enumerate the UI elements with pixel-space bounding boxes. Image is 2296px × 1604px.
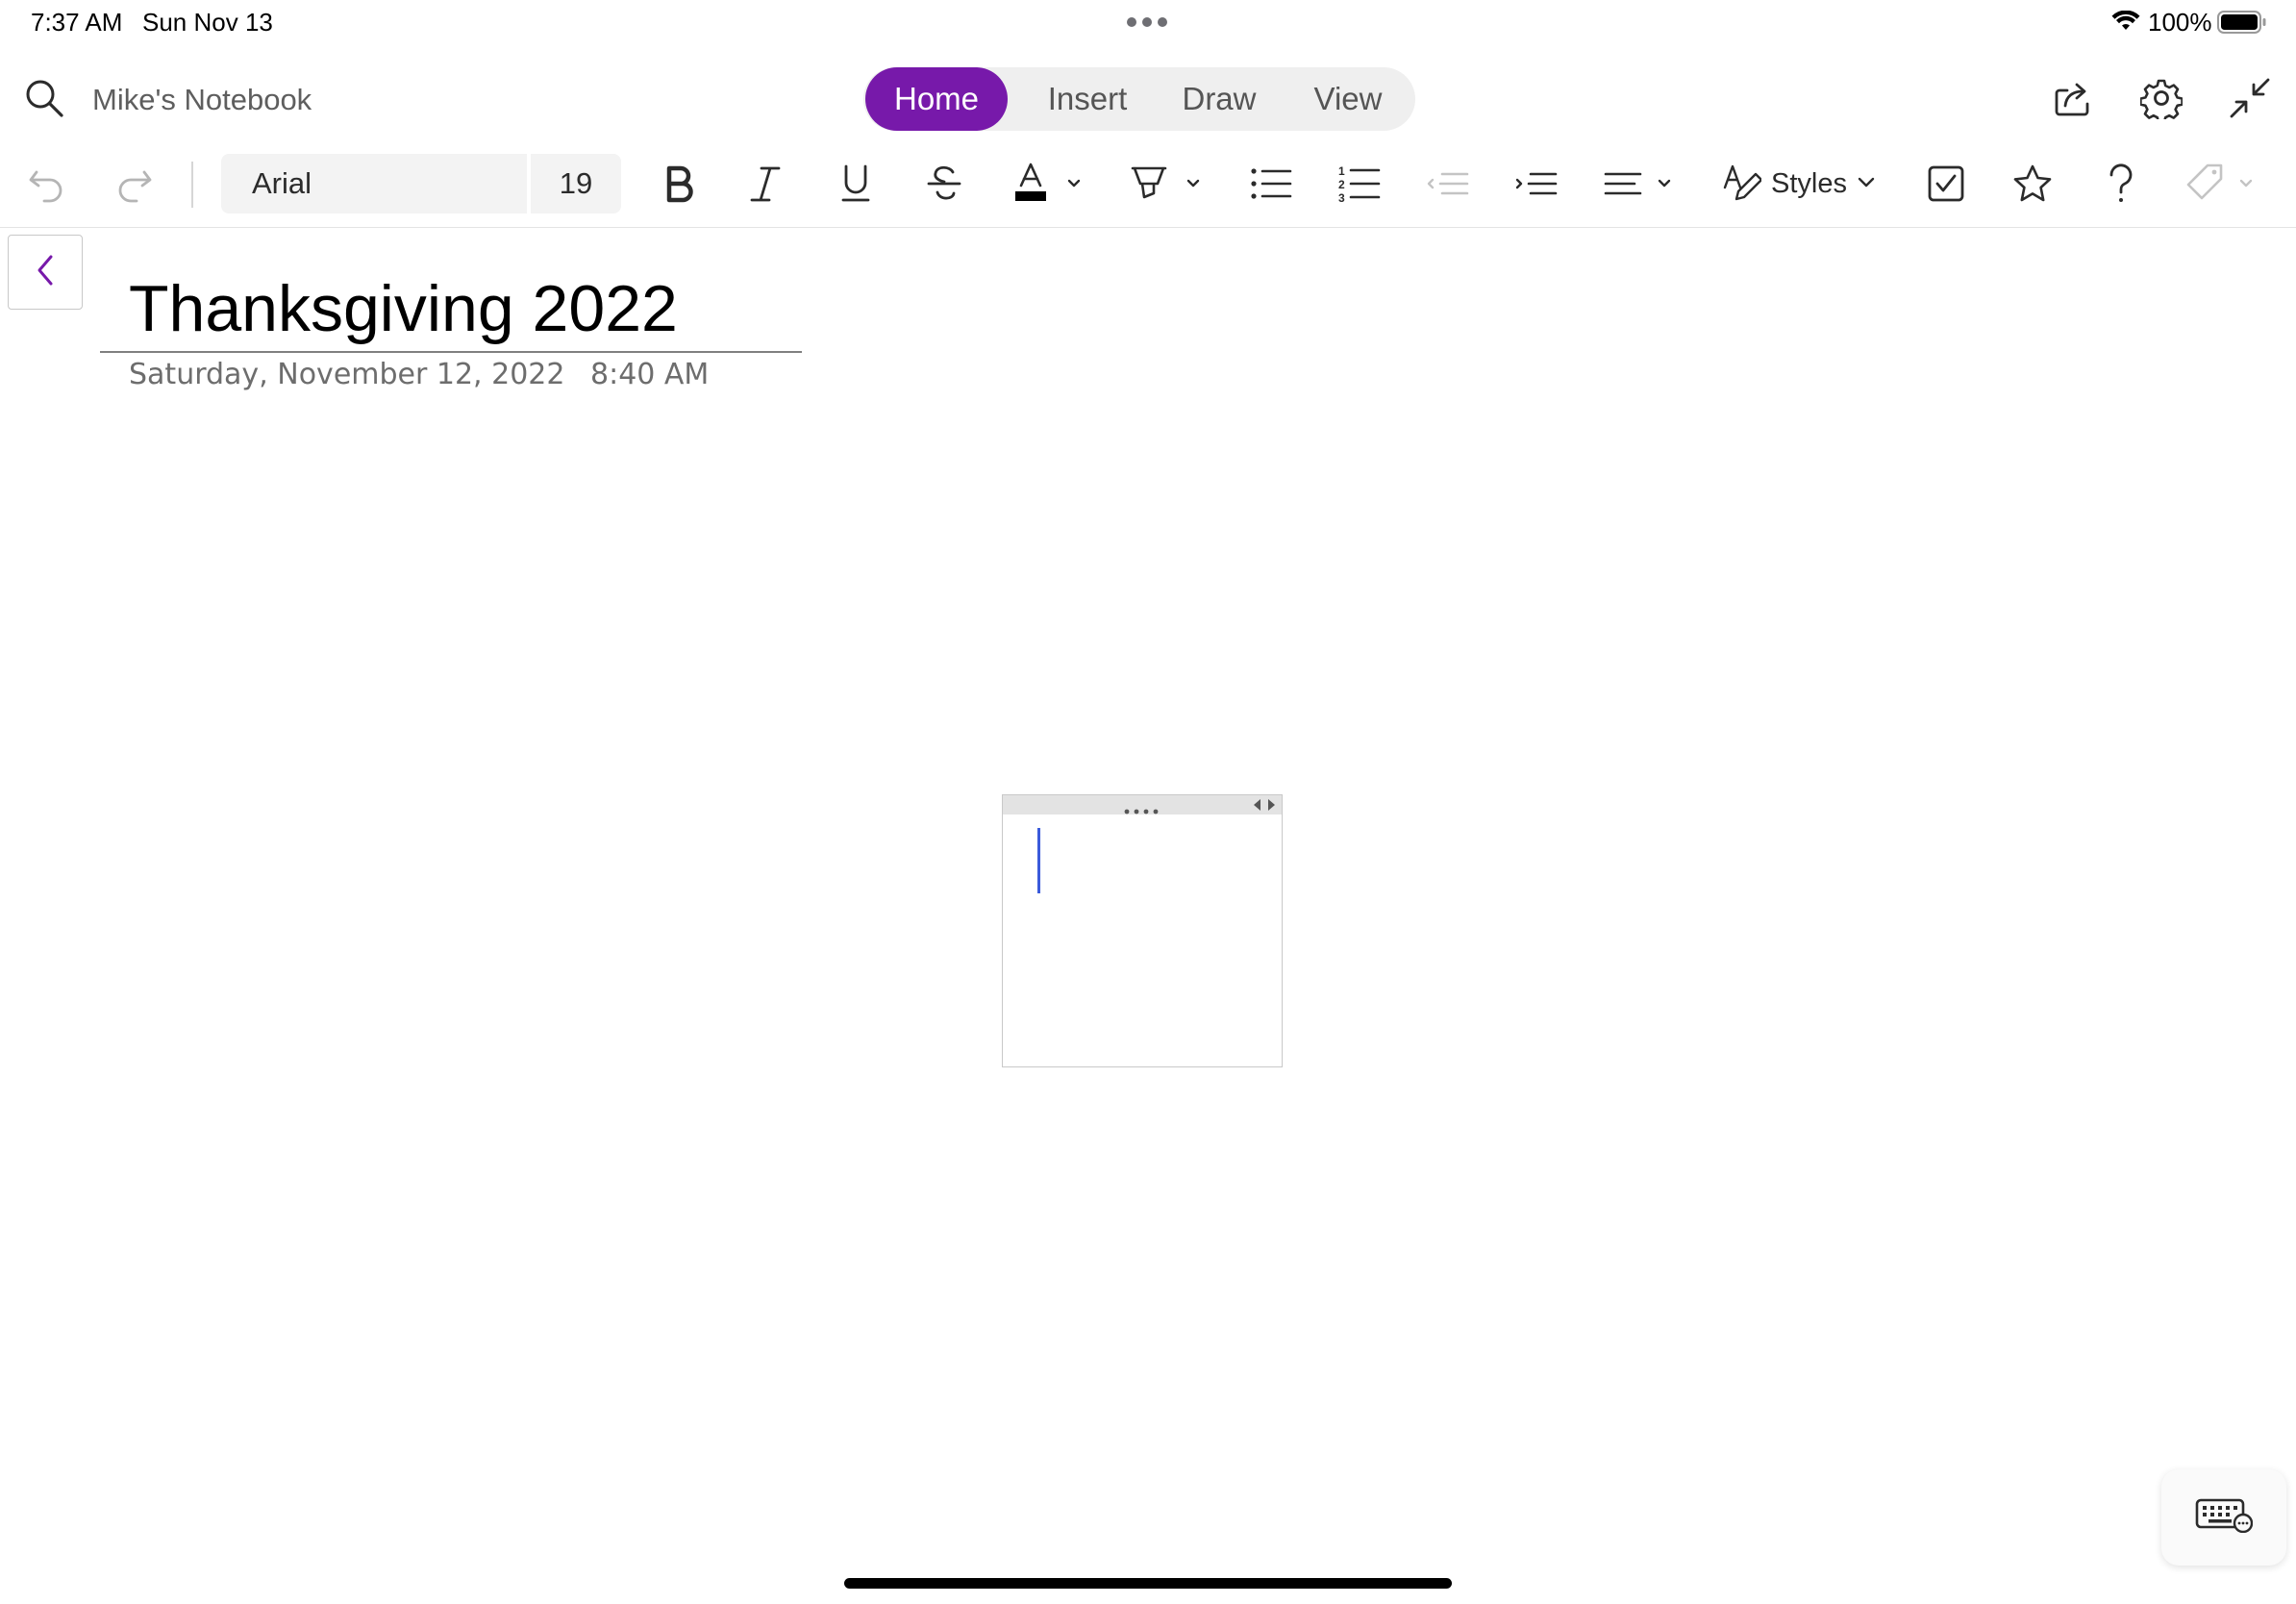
share-icon[interactable]	[2052, 77, 2094, 119]
status-bar: 7:37 AM Sun Nov 13 100%	[0, 0, 2296, 44]
settings-gear-icon[interactable]	[2140, 77, 2183, 119]
wifi-icon	[2111, 10, 2140, 37]
tab-insert[interactable]: Insert	[1025, 67, 1150, 131]
text-cursor	[1037, 828, 1040, 893]
strikethrough-icon[interactable]	[921, 152, 967, 215]
status-time: 7:37 AM	[31, 8, 123, 37]
note-container-handle[interactable]	[1003, 795, 1282, 815]
font-color-icon[interactable]	[1013, 152, 1085, 215]
bullet-list-icon[interactable]	[1248, 152, 1294, 215]
battery-percent: 100%	[2148, 8, 2212, 37]
increase-indent-icon[interactable]	[1513, 152, 1560, 215]
multitasking-dots-icon[interactable]	[1127, 17, 1169, 27]
styles-icon	[1723, 163, 1763, 206]
page-title[interactable]: Thanksgiving 2022	[129, 271, 678, 346]
back-button[interactable]	[8, 235, 83, 310]
drag-handle-icon[interactable]	[1124, 802, 1162, 819]
important-star-icon[interactable]	[2011, 152, 2054, 215]
highlight-icon[interactable]	[1131, 152, 1204, 215]
svg-text:3: 3	[1338, 191, 1345, 204]
chevron-left-icon	[35, 253, 56, 292]
tab-draw[interactable]: Draw	[1161, 67, 1277, 131]
status-date: Sun Nov 13	[142, 8, 273, 37]
question-icon[interactable]	[2100, 152, 2142, 215]
tag-icon[interactable]	[2184, 152, 2261, 215]
numbered-list-icon[interactable]: 123	[1336, 152, 1383, 215]
ribbon-tab-bar: Home Insert Draw View	[863, 67, 1415, 131]
resize-handle-icon[interactable]	[1251, 798, 1280, 816]
underline-icon[interactable]	[833, 152, 879, 215]
decrease-indent-icon[interactable]	[1425, 152, 1471, 215]
italic-icon[interactable]	[742, 152, 788, 215]
font-size-field[interactable]: 19	[531, 154, 621, 213]
home-indicator[interactable]	[844, 1578, 1452, 1589]
search-icon[interactable]	[23, 77, 65, 119]
ribbon-divider	[191, 162, 193, 208]
undo-icon[interactable]	[23, 152, 69, 215]
notebook-name[interactable]: Mike's Notebook	[92, 83, 312, 117]
note-container[interactable]	[1002, 794, 1283, 1067]
page-date: Saturday, November 12, 2022	[129, 358, 565, 391]
tab-home[interactable]: Home	[865, 67, 1008, 131]
keyboard-icon	[2195, 1498, 2254, 1538]
font-name-field[interactable]: Arial	[221, 154, 527, 213]
styles-button[interactable]: Styles	[1723, 152, 1877, 215]
collapse-icon[interactable]	[2229, 77, 2271, 119]
tab-view[interactable]: View	[1292, 67, 1404, 131]
title-underline	[100, 351, 802, 353]
redo-icon[interactable]	[112, 152, 158, 215]
chevron-down-icon	[1857, 175, 1876, 193]
bold-icon[interactable]	[656, 152, 702, 215]
todo-checkbox-icon[interactable]	[1925, 152, 1967, 215]
align-icon[interactable]	[1602, 152, 1679, 215]
svg-text:1: 1	[1338, 164, 1345, 178]
keyboard-button[interactable]	[2161, 1469, 2286, 1566]
battery-icon	[2217, 11, 2267, 38]
styles-label: Styles	[1771, 167, 1847, 199]
page-time: 8:40 AM	[590, 358, 710, 391]
svg-text:2: 2	[1338, 178, 1345, 191]
